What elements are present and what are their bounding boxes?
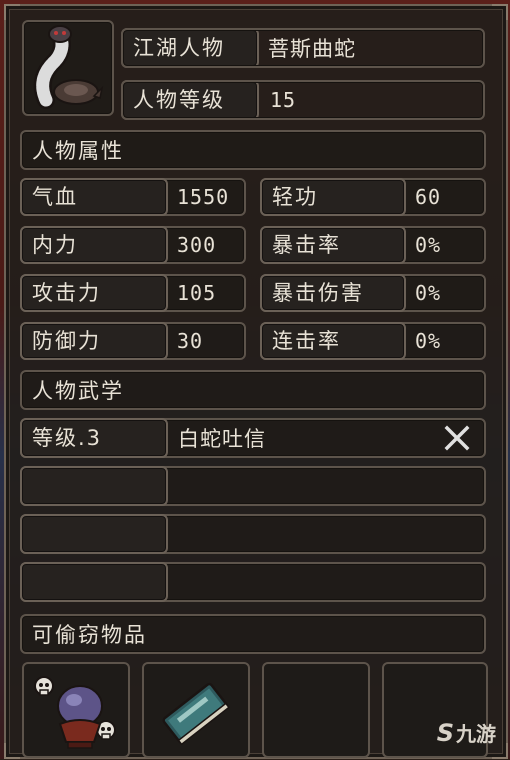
stealable-title: 可偷窃物品 (32, 623, 147, 647)
stat-value-hp: 1550 (177, 185, 230, 209)
item-slot[interactable] (142, 662, 250, 758)
skill-name: 白蛇吐信 (178, 427, 266, 451)
stat-label-crit-rate: 暴击率 (260, 226, 406, 264)
character-level: 15 (270, 88, 297, 112)
frame-corner (4, 743, 20, 759)
character-name: 菩斯曲蛇 (268, 37, 356, 61)
skill-level: 等级.3 (20, 418, 168, 458)
watermark-logo: S 九游 (437, 718, 496, 747)
potion-item-icon (34, 676, 116, 749)
skill-level-empty (20, 514, 168, 554)
frame-corner (492, 4, 508, 20)
martial-title: 人物武学 (32, 379, 124, 403)
snake-portrait-icon (33, 25, 104, 109)
stat-value-mp: 300 (177, 233, 217, 257)
watermark-text: 九游 (456, 722, 496, 746)
stat-value-crit-rate: 0% (415, 233, 442, 257)
skill-level-empty (20, 466, 168, 506)
watermark-symbol: S (436, 718, 454, 747)
item-slot[interactable] (22, 662, 130, 758)
stat-label-crit-damage: 暴击伤害 (260, 274, 406, 312)
stat-label-defense: 防御力 (20, 322, 168, 360)
name-label: 江湖人物 (121, 28, 259, 68)
item-slot-empty[interactable] (262, 662, 370, 758)
stat-label-agility: 轻功 (260, 178, 406, 216)
skill-level-empty (20, 562, 168, 602)
remove-skill-button[interactable] (443, 424, 471, 452)
stat-label-mp: 内力 (20, 226, 168, 264)
stat-label-combo-rate: 连击率 (260, 322, 406, 360)
stat-value-crit-damage: 0% (415, 281, 442, 305)
stat-value-attack: 105 (177, 281, 217, 305)
attributes-title: 人物属性 (32, 139, 124, 163)
level-label: 人物等级 (121, 80, 259, 120)
book-item-icon (162, 682, 230, 746)
close-icon (444, 425, 470, 451)
stat-value-combo-rate: 0% (415, 329, 442, 353)
frame-corner (4, 4, 20, 20)
stat-value-agility: 60 (415, 185, 442, 209)
portrait-frame (22, 20, 114, 116)
stat-label-hp: 气血 (20, 178, 168, 216)
stat-label-attack: 攻击力 (20, 274, 168, 312)
stat-value-defense: 30 (177, 329, 204, 353)
